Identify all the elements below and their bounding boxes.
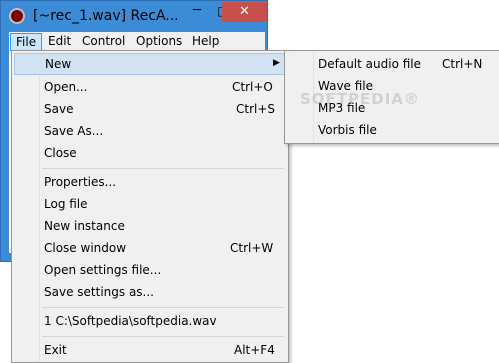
menu-item-label: Open settings file... — [44, 263, 162, 277]
menu-control[interactable]: Control — [77, 33, 130, 50]
menu-item-open[interactable]: Open... Ctrl+O — [12, 76, 288, 98]
menu-item-shortcut: Ctrl+S — [236, 102, 276, 116]
menu-item-label: Properties... — [44, 175, 117, 189]
menu-item-exit[interactable]: Exit Alt+F4 — [12, 339, 288, 361]
menu-item-label: New — [45, 57, 72, 71]
submenu-item-default-audio[interactable]: Default audio file Ctrl+N — [285, 53, 499, 75]
menu-item-label: Save As... — [44, 124, 104, 138]
menu-item-shortcut: Ctrl+N — [442, 57, 483, 71]
window-title: [~rec_1.wav] RecA... — [33, 8, 179, 24]
menu-separator — [42, 307, 284, 308]
menu-help[interactable]: Help — [187, 33, 224, 50]
menu-item-label: 1 C:\Softpedia\softpedia.wav — [44, 314, 217, 328]
menu-item-close[interactable]: Close — [12, 142, 288, 164]
submenu-arrow-icon: ▶ — [273, 58, 280, 68]
menu-item-label: Vorbis file — [318, 123, 377, 137]
title-bar[interactable]: [~rec_1.wav] RecA... ─ □ ✕ — [1, 1, 267, 32]
menu-bar: File Edit Control Options Help — [9, 32, 265, 52]
menu-item-properties[interactable]: Properties... — [12, 171, 288, 193]
menu-item-label: Save settings as... — [44, 285, 154, 299]
file-menu: New ▶ Open... Ctrl+O Save Ctrl+S Save As… — [11, 50, 289, 363]
menu-item-log-file[interactable]: Log file — [12, 193, 288, 215]
menu-item-new-instance[interactable]: New instance — [12, 215, 288, 237]
menu-item-shortcut: Ctrl+O — [232, 80, 273, 94]
menu-item-open-settings[interactable]: Open settings file... — [12, 259, 288, 281]
menu-item-close-window[interactable]: Close window Ctrl+W — [12, 237, 288, 259]
menu-item-recent-file[interactable]: 1 C:\Softpedia\softpedia.wav — [12, 310, 288, 332]
submenu-item-vorbis[interactable]: Vorbis file — [285, 119, 499, 141]
menu-item-label: Log file — [44, 197, 88, 211]
menu-item-label: New instance — [44, 219, 125, 233]
close-button[interactable]: ✕ — [222, 2, 267, 22]
menu-item-save-settings[interactable]: Save settings as... — [12, 281, 288, 303]
menu-item-label: Open... — [44, 80, 88, 94]
menu-item-shortcut: Alt+F4 — [234, 343, 275, 357]
menu-separator — [42, 168, 284, 169]
watermark: SOFTPEDIA® — [300, 90, 420, 108]
menu-item-label: Exit — [44, 343, 67, 357]
recorder-app-icon[interactable] — [11, 10, 23, 22]
menu-item-label: Default audio file — [318, 57, 422, 71]
menu-item-label: Close window — [44, 241, 127, 255]
menu-item-new[interactable]: New ▶ — [14, 53, 286, 75]
menu-item-save[interactable]: Save Ctrl+S — [12, 98, 288, 120]
menu-item-shortcut: Ctrl+W — [230, 241, 274, 255]
menu-edit[interactable]: Edit — [43, 33, 76, 50]
menu-separator — [42, 336, 284, 337]
menu-item-label: Save — [44, 102, 74, 116]
minimize-button[interactable]: ─ — [184, 1, 210, 21]
menu-options[interactable]: Options — [131, 33, 187, 50]
menu-item-label: Close — [44, 146, 77, 160]
menu-item-save-as[interactable]: Save As... — [12, 120, 288, 142]
